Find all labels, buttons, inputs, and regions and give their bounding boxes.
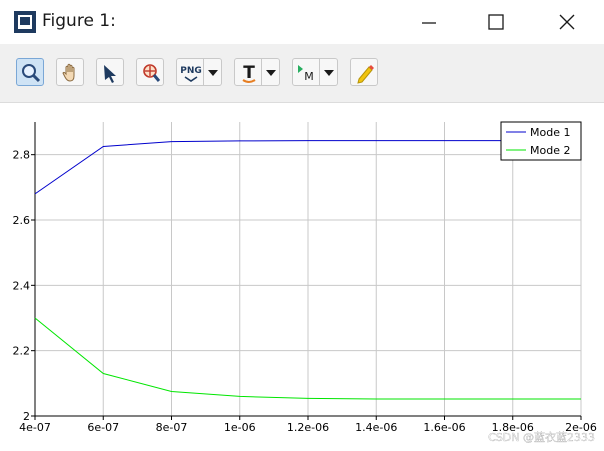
- window-title: Figure 1:: [42, 11, 116, 31]
- data-point-mode-1[interactable]: [375, 139, 378, 142]
- window-titlebar: Figure 1:: [0, 0, 604, 44]
- data-point-mode-2[interactable]: [580, 398, 583, 401]
- chevron-down-icon: [266, 70, 276, 76]
- text-tool-dropdown[interactable]: [262, 58, 280, 86]
- y-tick-label: 2: [23, 410, 30, 423]
- data-point-mode-1[interactable]: [102, 145, 105, 148]
- data-point-mode-1[interactable]: [307, 139, 310, 142]
- close-button[interactable]: [544, 6, 590, 38]
- y-tick-label: 2.8: [13, 149, 31, 162]
- x-tick-label: 1.6e-06: [423, 421, 465, 434]
- magnifier-icon: [22, 64, 41, 83]
- export-dropdown[interactable]: [204, 58, 222, 86]
- png-icon: PNG: [180, 66, 202, 82]
- zoom-button[interactable]: [16, 58, 44, 86]
- data-point-mode-1[interactable]: [443, 139, 446, 142]
- marker-tool-label: M: [304, 70, 314, 83]
- data-point-mode-1[interactable]: [170, 140, 173, 143]
- x-tick-label: 6e-07: [87, 421, 119, 434]
- data-point-mode-2[interactable]: [102, 372, 105, 375]
- pan-button[interactable]: [56, 58, 84, 86]
- legend-entry: Mode 1: [530, 126, 570, 139]
- plot-area[interactable]: 4e-07 6e-07 8e-07 1e-06 1.2e-06 1.4e-06 1.6e-0…: [0, 103, 604, 447]
- data-point-mode-2[interactable]: [443, 398, 446, 401]
- text-tool-button[interactable]: T: [234, 58, 262, 86]
- close-icon: [559, 14, 575, 30]
- app-icon: [14, 11, 36, 33]
- data-point-mode-2[interactable]: [238, 395, 241, 398]
- x-tick-label: 8e-07: [156, 421, 188, 434]
- data-point-mode-2[interactable]: [511, 398, 514, 401]
- x-tick-label: 1.2e-06: [287, 421, 329, 434]
- y-tick-label: 2.2: [13, 345, 31, 358]
- data-point-mode-1[interactable]: [34, 192, 37, 195]
- watermark-text: CSDN @蓝衣蓝2333: [488, 430, 595, 444]
- x-tick-label: 1.4e-06: [355, 421, 397, 434]
- text-T-icon: T: [242, 63, 256, 83]
- edit-button[interactable]: [350, 58, 378, 86]
- select-button[interactable]: [96, 58, 124, 86]
- data-point-mode-2[interactable]: [307, 397, 310, 400]
- y-tick-label: 2.4: [13, 279, 31, 292]
- legend-entry: Mode 2: [530, 144, 570, 157]
- line-chart[interactable]: 4e-07 6e-07 8e-07 1e-06 1.2e-06 1.4e-06 1.6e-0…: [0, 103, 604, 447]
- data-point-mode-2[interactable]: [34, 317, 37, 320]
- marker-tool-button[interactable]: M: [292, 58, 320, 86]
- hand-icon: [62, 63, 75, 82]
- x-tick-label: 1e-06: [224, 421, 256, 434]
- png-icon-label: PNG: [180, 66, 202, 76]
- marker-tool-dropdown[interactable]: [320, 58, 338, 86]
- maximize-icon: [488, 14, 504, 30]
- chevron-down-icon: [324, 70, 334, 76]
- data-point-mode-1[interactable]: [238, 139, 241, 142]
- data-point-mode-2[interactable]: [375, 398, 378, 401]
- zoom-target-icon: [143, 64, 161, 82]
- export-png-button[interactable]: PNG: [176, 58, 204, 86]
- arrow-pointer-icon: [104, 65, 116, 83]
- data-point-mode-2[interactable]: [170, 390, 173, 393]
- chevron-down-icon: [208, 70, 218, 76]
- maximize-button[interactable]: [472, 6, 518, 38]
- minimize-button[interactable]: [406, 6, 452, 38]
- pencil-icon: [357, 65, 374, 84]
- zoom-out-button[interactable]: [136, 58, 164, 86]
- minimize-icon: [422, 22, 436, 24]
- marker-M-icon: M: [298, 65, 314, 83]
- figure-toolbar: PNG T M: [0, 44, 604, 103]
- y-tick-label: 2.6: [13, 214, 31, 227]
